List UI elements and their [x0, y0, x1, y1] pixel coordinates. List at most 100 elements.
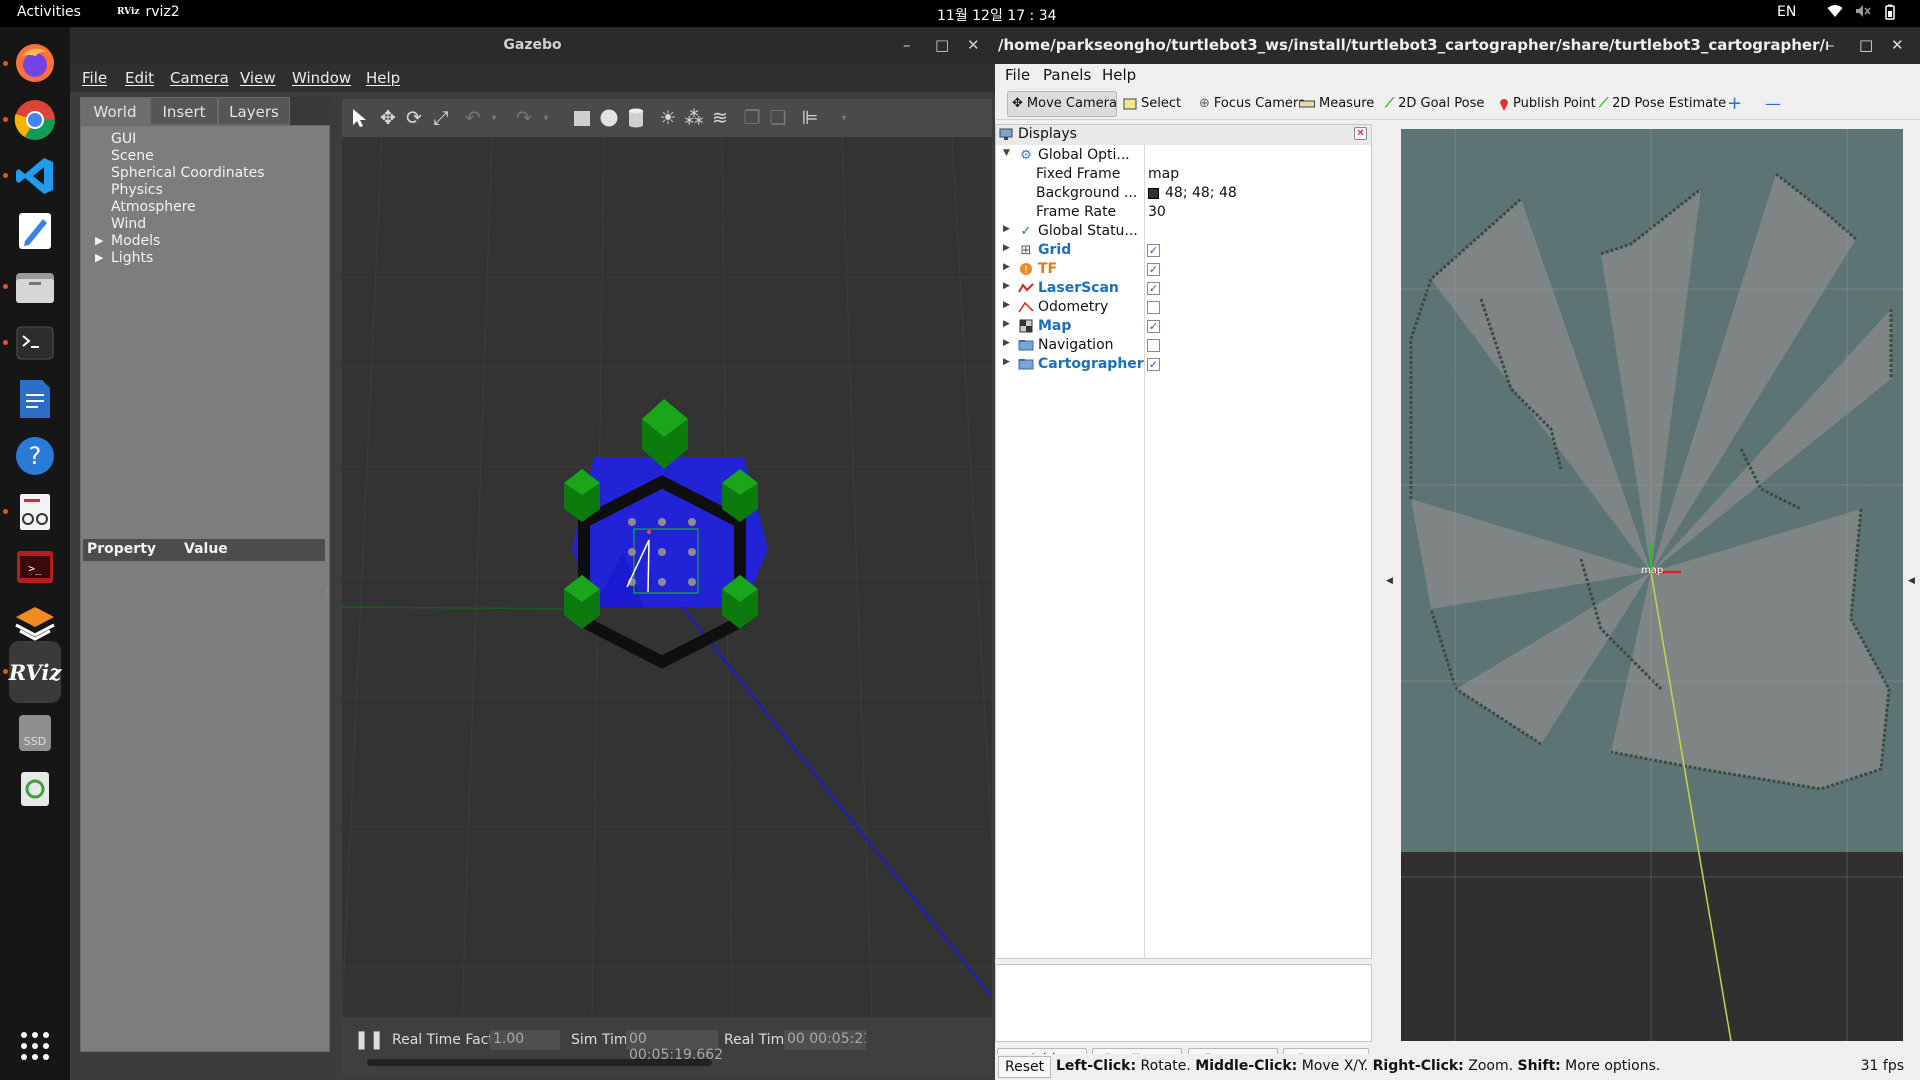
gazebo-titlebar[interactable]: Gazebo – □ ✕: [70, 27, 995, 64]
expand-arrow-icon[interactable]: ▶: [95, 234, 103, 247]
horizontal-scrollbar[interactable]: [367, 1059, 712, 1066]
close-panel-icon[interactable]: ✕: [1354, 127, 1367, 140]
tool-move-camera[interactable]: ✥ Move Camera: [1007, 91, 1117, 117]
right-dock-gutter[interactable]: ◀: [1905, 129, 1920, 1041]
tree-item-scene[interactable]: Scene: [111, 148, 154, 164]
trash-icon[interactable]: [11, 764, 59, 812]
files-icon[interactable]: [11, 263, 59, 311]
display-checkbox[interactable]: ✓: [1147, 282, 1160, 295]
minimize-icon[interactable]: –: [903, 27, 911, 64]
rviz-titlebar[interactable]: /home/parkseongho/turtlebot3_ws/install/…: [995, 27, 1920, 64]
tab-layers[interactable]: Layers: [218, 97, 290, 125]
tree-item-wind[interactable]: Wind: [111, 216, 146, 232]
property-value[interactable]: map: [1148, 166, 1179, 182]
tree-item-models[interactable]: Models: [111, 233, 160, 249]
tree-item-gui[interactable]: GUI: [111, 131, 136, 147]
tool-focus-camera[interactable]: ⊕ Focus Camera: [1195, 91, 1310, 117]
gazebo-3d-viewport[interactable]: [342, 137, 992, 1017]
menu-help[interactable]: Help: [1102, 66, 1136, 84]
document-viewer-icon[interactable]: [11, 488, 59, 536]
menu-file[interactable]: File: [82, 69, 107, 87]
tree-item-spherical-coordinates[interactable]: Spherical Coordinates: [111, 165, 265, 181]
align-icon[interactable]: ⊫: [798, 106, 822, 130]
display-checkbox[interactable]: [1147, 301, 1160, 314]
expand-arrow-icon[interactable]: ▶: [1003, 281, 1010, 291]
input-language[interactable]: EN: [1777, 4, 1796, 20]
rviz-3d-view[interactable]: map: [1401, 129, 1903, 1041]
system-tray[interactable]: [1827, 4, 1897, 20]
expand-arrow-icon[interactable]: ▶: [1003, 357, 1010, 367]
display-row-global-options[interactable]: ▼ ⚙ Global Opti...: [996, 146, 1371, 165]
display-checkbox[interactable]: ✓: [1147, 263, 1160, 276]
activities-button[interactable]: Activities: [17, 4, 81, 20]
expand-arrow-icon[interactable]: ▶: [1003, 300, 1010, 310]
expand-arrow-icon[interactable]: ▶: [1003, 262, 1010, 272]
expand-arrow-icon[interactable]: ▶: [1003, 243, 1010, 253]
tool-select[interactable]: Select: [1119, 91, 1185, 117]
firefox-icon[interactable]: [11, 39, 59, 87]
libreoffice-writer-icon[interactable]: [11, 375, 59, 423]
sphere-shape-icon[interactable]: [597, 106, 621, 130]
display-checkbox[interactable]: ✓: [1147, 320, 1160, 333]
tree-item-lights[interactable]: Lights: [111, 250, 153, 266]
tab-insert[interactable]: Insert: [150, 97, 218, 125]
terminal-icon[interactable]: [11, 319, 59, 367]
copy-icon[interactable]: ❐: [740, 106, 764, 130]
redo-icon[interactable]: ↷: [512, 106, 536, 130]
display-row-tf[interactable]: ▶ ! TF ✓: [996, 260, 1371, 279]
property-value[interactable]: 30: [1148, 204, 1166, 220]
left-dock-gutter[interactable]: ◀: [1381, 129, 1399, 1041]
tool-2d-goal-pose[interactable]: ⟋ 2D Goal Pose: [1381, 91, 1488, 117]
expand-arrow-icon[interactable]: ▶: [95, 251, 103, 264]
spot-light-icon[interactable]: ⁂: [682, 106, 706, 130]
tool-measure[interactable]: Measure: [1295, 91, 1378, 117]
select-mode-icon[interactable]: [348, 106, 372, 130]
scale-mode-icon[interactable]: ⤢: [429, 106, 453, 130]
help-icon[interactable]: ?: [11, 432, 59, 480]
menu-help[interactable]: Help: [366, 69, 400, 87]
tree-item-atmosphere[interactable]: Atmosphere: [111, 199, 196, 215]
menu-edit[interactable]: Edit: [125, 69, 154, 87]
collapse-arrow-icon[interactable]: ▼: [1003, 148, 1010, 158]
expand-right-arrow-icon[interactable]: ◀: [1908, 576, 1915, 586]
panel-splitter-handle[interactable]: ⋮: [322, 587, 332, 598]
tab-world[interactable]: World: [80, 97, 150, 125]
display-row-laserscan[interactable]: ▶ LaserScan ✓: [996, 279, 1371, 298]
menu-panels[interactable]: Panels: [1043, 66, 1091, 84]
tool-2d-pose-estimate[interactable]: ⟋ 2D Pose Estimate: [1595, 91, 1730, 117]
menu-view[interactable]: View: [240, 69, 276, 87]
display-checkbox[interactable]: ✓: [1147, 358, 1160, 371]
paste-icon[interactable]: ❏: [766, 106, 790, 130]
close-icon[interactable]: ✕: [967, 27, 980, 64]
add-tool-plus-icon[interactable]: +: [1723, 91, 1746, 117]
display-row-odometry[interactable]: ▶ Odometry: [996, 298, 1371, 317]
focused-app-menu[interactable]: RViz rviz2: [117, 4, 180, 20]
show-applications-icon[interactable]: [11, 1022, 59, 1070]
property-row-background[interactable]: Background ... 48; 48; 48: [996, 184, 1371, 203]
remove-tool-minus-icon[interactable]: —: [1761, 91, 1785, 117]
menu-window[interactable]: Window: [292, 69, 351, 87]
display-row-navigation[interactable]: ▶ Navigation: [996, 336, 1371, 355]
terminal-app-icon[interactable]: >_: [11, 543, 59, 591]
installer-icon[interactable]: [11, 599, 59, 647]
expand-arrow-icon[interactable]: ▶: [1003, 319, 1010, 329]
text-editor-icon[interactable]: [11, 207, 59, 255]
expand-arrow-icon[interactable]: ▶: [1003, 224, 1010, 234]
display-row-grid[interactable]: ▶ ⊞ Grid ✓: [996, 241, 1371, 260]
tree-item-physics[interactable]: Physics: [111, 182, 163, 198]
ssd-drive-icon[interactable]: SSD: [11, 709, 59, 757]
property-value[interactable]: 48; 48; 48: [1165, 185, 1237, 201]
menu-camera[interactable]: Camera: [170, 69, 229, 87]
display-row-cartographer[interactable]: ▶ Cartographer ✓: [996, 355, 1371, 374]
point-light-icon[interactable]: ☀: [656, 106, 680, 130]
collapse-left-arrow-icon[interactable]: ◀: [1386, 576, 1393, 586]
reset-button[interactable]: Reset: [998, 1056, 1052, 1078]
rotate-mode-icon[interactable]: ⟳: [402, 106, 426, 130]
maximize-icon[interactable]: □: [935, 27, 949, 64]
display-row-map[interactable]: ▶ Map ✓: [996, 317, 1371, 336]
clock[interactable]: 11월 12일 17 : 34: [937, 5, 1057, 25]
property-row-fixed-frame[interactable]: Fixed Frame map: [996, 165, 1371, 184]
property-row-frame-rate[interactable]: Frame Rate 30: [996, 203, 1371, 222]
undo-dropdown-icon[interactable]: ▾: [482, 106, 506, 130]
display-checkbox[interactable]: ✓: [1147, 244, 1160, 257]
